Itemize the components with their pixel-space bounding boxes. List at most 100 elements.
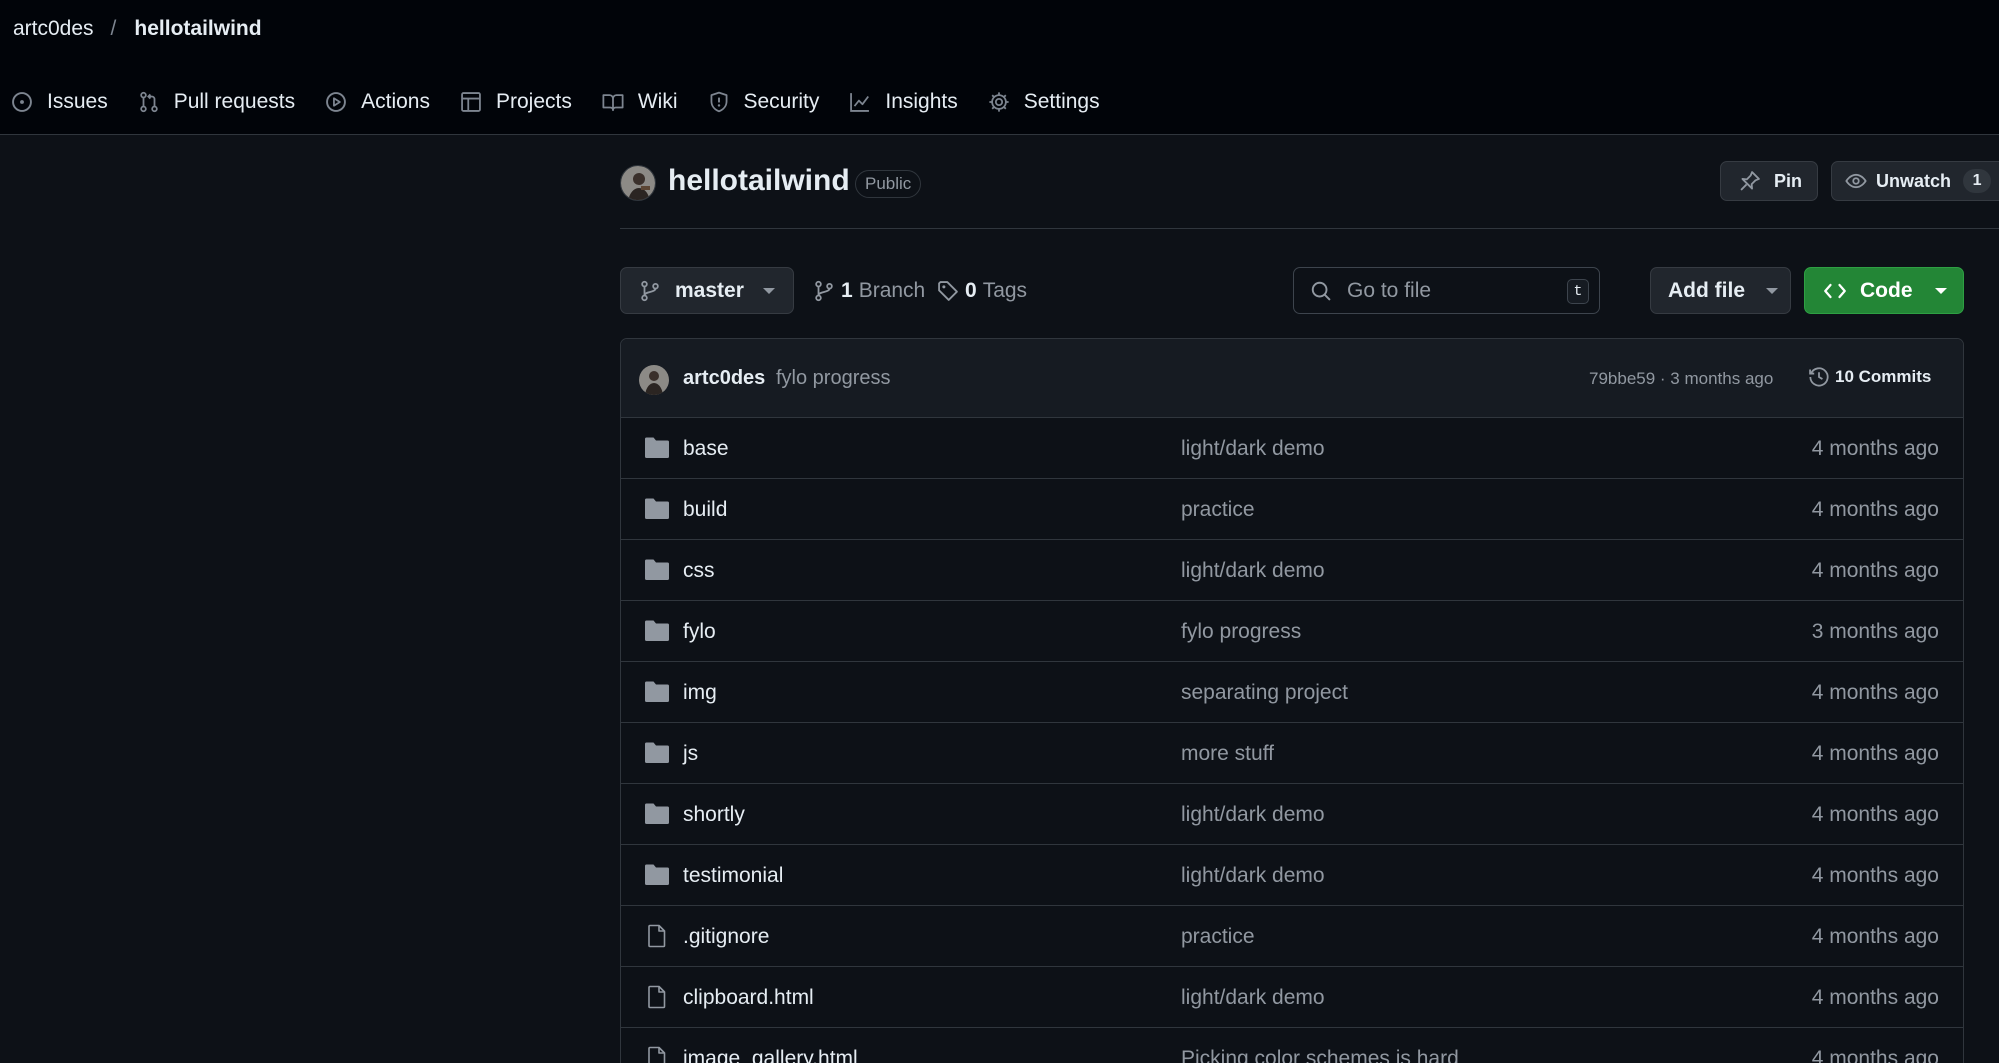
file-commit-message[interactable]: separating project	[1181, 681, 1348, 705]
unwatch-button[interactable]: Unwatch 1	[1831, 161, 1999, 201]
file-list: base light/dark demo 4 months ago build prac…	[621, 418, 1963, 1063]
file-name-link[interactable]: css	[683, 559, 715, 583]
file-commit-message[interactable]: practice	[1181, 498, 1255, 522]
file-commit-message[interactable]: fylo progress	[1181, 620, 1301, 644]
file-name-link[interactable]: img	[683, 681, 717, 705]
git-pull-request-icon	[138, 91, 160, 113]
avatar[interactable]	[620, 165, 656, 201]
visibility-badge: Public	[855, 170, 922, 198]
commit-author[interactable]: artc0des	[683, 367, 765, 390]
breadcrumb: artc0des / hellotailwind	[13, 16, 262, 42]
table-row[interactable]: base light/dark demo 4 months ago	[621, 418, 1963, 479]
pin-label: Pin	[1774, 170, 1803, 191]
branch-select-button[interactable]: master	[620, 267, 794, 314]
latest-commit-bar: artc0des fylo progress 79bbe59 · 3 month…	[621, 339, 1963, 418]
go-to-file-search[interactable]: t	[1293, 267, 1600, 314]
file-name-link[interactable]: .gitignore	[683, 925, 769, 949]
folder-icon	[644, 741, 670, 765]
book-icon	[602, 91, 624, 113]
top-header: artc0des / hellotailwind Issues Pull req…	[0, 0, 1999, 135]
tags-link[interactable]: 0 Tags	[937, 277, 1027, 305]
tab-settings[interactable]: Settings	[977, 82, 1109, 122]
tab-projects[interactable]: Projects	[449, 82, 581, 122]
code-icon	[1823, 279, 1847, 303]
table-row[interactable]: css light/dark demo 4 months ago	[621, 540, 1963, 601]
tab-actions[interactable]: Actions	[314, 82, 439, 122]
commits-history-link[interactable]: 10 Commits	[1808, 366, 1931, 388]
file-commit-message[interactable]: light/dark demo	[1181, 864, 1325, 888]
tab-issues[interactable]: Issues	[0, 82, 117, 122]
code-button[interactable]: Code	[1804, 267, 1964, 314]
commit-author-avatar[interactable]	[639, 365, 669, 395]
code-label: Code	[1860, 278, 1913, 302]
file-commit-date: 4 months ago	[1811, 498, 1939, 521]
file-commit-message[interactable]: light/dark demo	[1181, 437, 1325, 461]
file-commit-date: 4 months ago	[1811, 925, 1939, 948]
branches-link[interactable]: 1 Branch	[813, 277, 925, 305]
title-divider	[620, 228, 1999, 229]
chevron-down-icon	[1766, 287, 1778, 294]
tab-security[interactable]: Security	[697, 82, 829, 122]
search-icon	[1310, 280, 1332, 302]
file-browser: artc0des fylo progress 79bbe59 · 3 month…	[620, 338, 1964, 1063]
folder-icon	[644, 436, 670, 460]
file-commit-message[interactable]: light/dark demo	[1181, 803, 1325, 827]
file-commit-date: 4 months ago	[1811, 437, 1939, 460]
file-commit-date: 4 months ago	[1811, 681, 1939, 704]
table-row[interactable]: testimonial light/dark demo 4 months ago	[621, 845, 1963, 906]
file-name-link[interactable]: fylo	[683, 620, 716, 644]
commit-message[interactable]: fylo progress	[776, 367, 891, 390]
file-name-link[interactable]: build	[683, 498, 727, 522]
tag-icon	[937, 280, 959, 302]
file-name-link[interactable]: base	[683, 437, 729, 461]
tab-issues-label: Issues	[47, 90, 108, 113]
file-commit-message[interactable]: light/dark demo	[1181, 986, 1325, 1010]
shield-icon	[708, 91, 730, 113]
keyboard-shortcut-hint: t	[1567, 279, 1589, 304]
file-name-link[interactable]: shortly	[683, 803, 745, 827]
table-row[interactable]: fylo fylo progress 3 months ago	[621, 601, 1963, 662]
file-commit-message[interactable]: more stuff	[1181, 742, 1274, 766]
play-icon	[325, 91, 347, 113]
file-commit-message[interactable]: Picking color schemes is hard	[1181, 1047, 1459, 1063]
table-row[interactable]: shortly light/dark demo 4 months ago	[621, 784, 1963, 845]
tab-wiki[interactable]: Wiki	[591, 82, 687, 122]
file-commit-date: 4 months ago	[1811, 864, 1939, 887]
folder-icon	[644, 680, 670, 704]
file-commit-message[interactable]: practice	[1181, 925, 1255, 949]
add-file-label: Add file	[1668, 278, 1745, 302]
file-name-link[interactable]: js	[683, 742, 698, 766]
graph-icon	[849, 91, 871, 113]
file-name-link[interactable]: clipboard.html	[683, 986, 814, 1010]
repo-nav: Issues Pull requests Actions Projects Wi…	[0, 82, 1119, 122]
commit-sha-time[interactable]: 79bbe59 · 3 months ago	[1589, 369, 1773, 389]
file-commit-date: 4 months ago	[1811, 1047, 1939, 1063]
folder-icon	[644, 619, 670, 643]
table-row[interactable]: img separating project 4 months ago	[621, 662, 1963, 723]
table-row[interactable]: clipboard.html light/dark demo 4 months ag…	[621, 967, 1963, 1028]
go-to-file-input[interactable]	[1347, 278, 1587, 303]
add-file-button[interactable]: Add file	[1650, 267, 1791, 314]
table-icon	[460, 91, 482, 113]
table-row[interactable]: build practice 4 months ago	[621, 479, 1963, 540]
tab-pull-requests[interactable]: Pull requests	[127, 82, 304, 122]
file-name-link[interactable]: image_gallery.html	[683, 1047, 858, 1063]
table-row[interactable]: js more stuff 4 months ago	[621, 723, 1963, 784]
breadcrumb-repo-link[interactable]: hellotailwind	[134, 17, 261, 41]
pin-button[interactable]: Pin	[1720, 161, 1818, 201]
table-row[interactable]: image_gallery.html Picking color schemes …	[621, 1028, 1963, 1063]
file-commit-date: 4 months ago	[1811, 559, 1939, 582]
folder-icon	[644, 802, 670, 826]
table-row[interactable]: .gitignore practice 4 months ago	[621, 906, 1963, 967]
folder-icon	[644, 863, 670, 887]
file-commit-date: 4 months ago	[1811, 986, 1939, 1009]
tab-actions-label: Actions	[361, 90, 430, 113]
folder-icon	[644, 497, 670, 521]
file-name-link[interactable]: testimonial	[683, 864, 783, 888]
git-branch-icon	[813, 280, 835, 302]
file-commit-message[interactable]: light/dark demo	[1181, 559, 1325, 583]
repo-name[interactable]: hellotailwind	[668, 164, 850, 198]
tab-insights[interactable]: Insights	[838, 82, 966, 122]
tag-label: Tags	[982, 279, 1028, 302]
breadcrumb-owner-link[interactable]: artc0des	[13, 17, 94, 41]
